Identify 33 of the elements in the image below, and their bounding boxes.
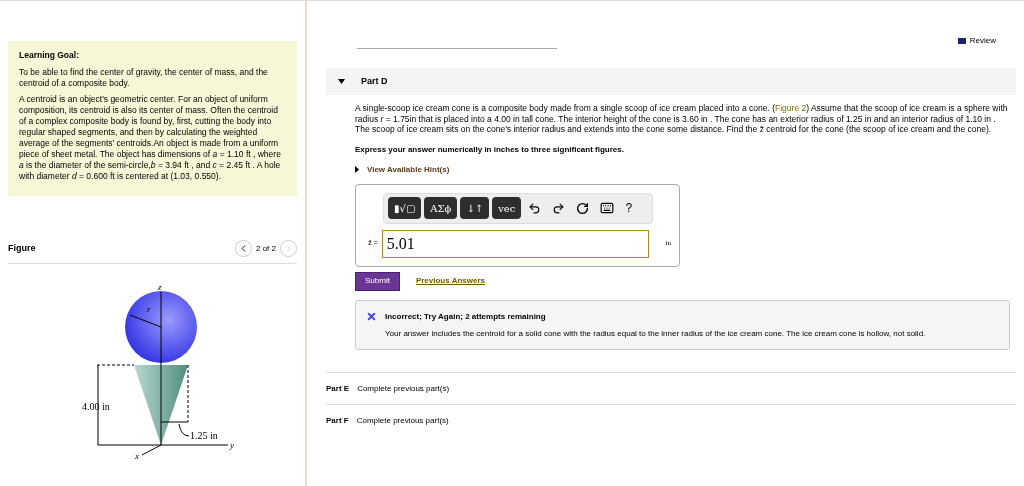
- review-link[interactable]: Review: [957, 35, 996, 47]
- learning-goal-title: Learning Goal:: [19, 50, 80, 61]
- caret-icon: [355, 166, 359, 173]
- previous-answers-link[interactable]: Previous Answers: [415, 275, 485, 287]
- caret-icon: [338, 79, 345, 84]
- toolbar-button[interactable]: ↓↑: [460, 197, 490, 219]
- axis-label: x: [135, 451, 139, 461]
- cone-radius-label: 1.25 in: [190, 430, 218, 441]
- part-status: Complete previous part(s): [357, 382, 450, 395]
- hint-link[interactable]: View Available Hint(s): [355, 163, 450, 176]
- help-button[interactable]: ?: [621, 199, 637, 217]
- toolbar-button[interactable]: vec: [492, 197, 522, 219]
- part-title: Part E: [326, 382, 350, 395]
- submit-button[interactable]: Submit: [355, 271, 400, 291]
- toolbar-button[interactable]: ▮√▢: [388, 197, 422, 219]
- learning-goal-text: A centroid is an object's geometric center. For an object of uniform composition, its centroid is also its center of mass. Often the centroid of a complex composite body is found by, first, cutting the body into regular shaped segments, and then by calculating the weighted average of the segments' centroids.An object is made from a uniform piece of sheet metal. The object has dimensions of a = 1.10 ft , where a is the diameter of the semi-circle,b = 3.94 ft , and c = 2.45 ft . A hole with diameter d = 0.600 ft is centered at (1.03, 0.550).: [19, 94, 282, 182]
- figure-pager: 2 of 2: [256, 242, 276, 255]
- feedback-title: Incorrect; Try Again; 2 attempts remaining: [385, 310, 546, 323]
- learning-goal-text: To be able to find the center of gravity, the center of mass, and the centroid of a composite body.: [19, 67, 269, 89]
- feedback-message: Your answer includes the centroid for a solid cone with the radius equal to the inner radius of the ice cream cone. The ice cream cone is hollow, not solid.: [385, 328, 927, 339]
- part-title: Part F: [326, 414, 349, 427]
- part-header[interactable]: Part D: [326, 68, 1016, 95]
- answer-field[interactable]: 5.01: [381, 229, 649, 258]
- axis-label: z: [158, 282, 162, 292]
- incorrect-icon: [366, 311, 377, 322]
- height-label: 4.00 in: [82, 401, 110, 412]
- figure-title: Figure: [8, 241, 36, 255]
- answer-instruction: Express your answer numerically in inches to three significant figures.: [355, 143, 625, 156]
- part-status: Complete previous part(s): [356, 414, 449, 427]
- question-text: A single-scoop ice cream cone is a composite body made from a single scoop of ice cream placed into a cone. (Figure 2) Assume that the scoop of ice cream is a sphere with radius r = 1.75in that is placed into a 4.00 in tall cone. The interior height of the cone is 3.60 in . The cone has an exterior radius of 1.25 in and an interior radius of 1.10 in . The scoop of ice cream sits on the cone's interior radius and extends into the cone some distance. Find the z̄ centroid for the cone (the scoop of ice cream and the cone).: [355, 103, 1009, 135]
- toolbar-button[interactable]: ΑΣϕ: [424, 197, 458, 219]
- axis-label: y: [230, 440, 234, 450]
- radius-label: r: [147, 304, 151, 314]
